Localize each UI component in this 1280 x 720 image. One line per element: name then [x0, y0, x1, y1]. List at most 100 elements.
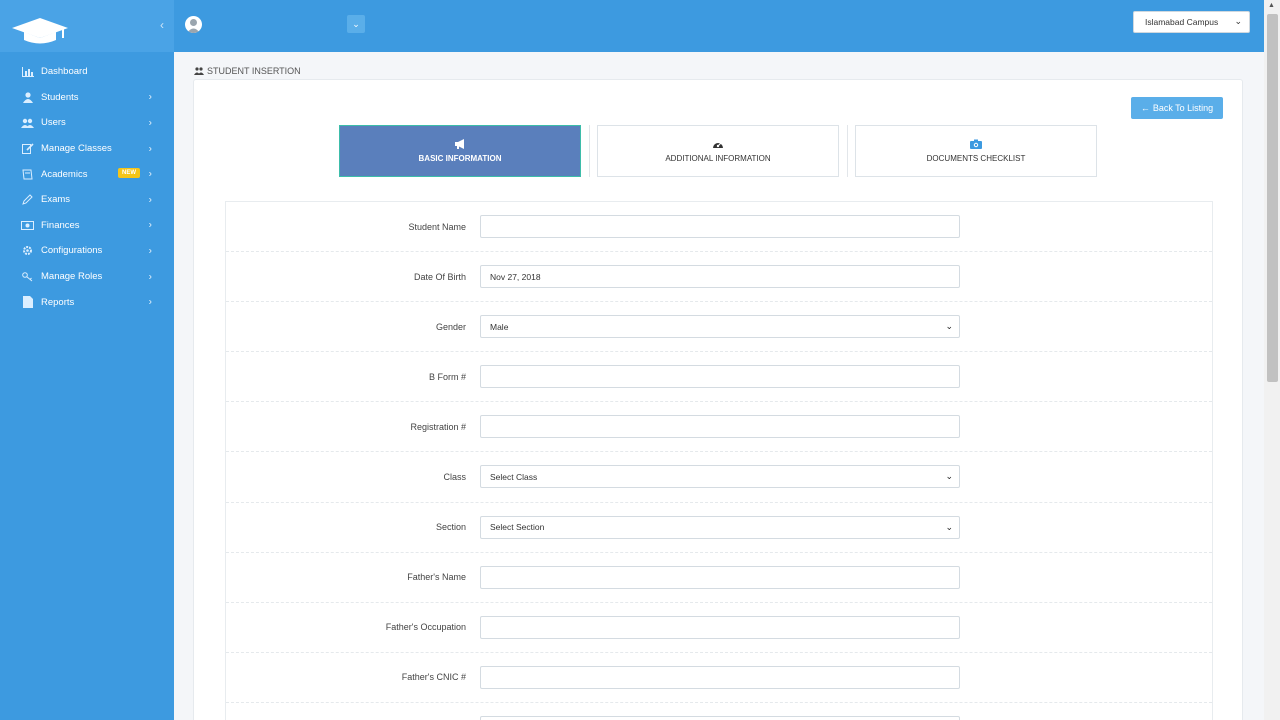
sidebar-item-reports[interactable]: Reports › [0, 289, 174, 315]
sidebar-item-label: Academics [41, 168, 88, 180]
sidebar-item-manage-roles[interactable]: Manage Roles › [0, 264, 174, 290]
page-title: STUDENT INSERTION [194, 66, 301, 76]
pencil-icon [21, 194, 34, 206]
sidebar-item-exams[interactable]: Exams › [0, 187, 174, 213]
page-title-text: STUDENT INSERTION [207, 66, 301, 76]
user-icon [21, 92, 34, 103]
gender-label: Gender [435, 321, 466, 332]
chevron-right-icon: › [148, 271, 152, 283]
sidebar-item-label: Reports [41, 296, 75, 308]
tab-additional-information[interactable]: ADDITIONAL INFORMATION [597, 125, 839, 177]
step-label: BASIC INFORMATION [418, 154, 502, 163]
form-row-registration: Registration # [226, 402, 1212, 453]
camera-icon [970, 139, 982, 150]
chevron-down-icon: ⌄ [945, 471, 953, 482]
field-value: Male [490, 321, 509, 332]
campus-select-value: Islamabad Campus [1145, 17, 1219, 27]
chevron-right-icon: › [148, 194, 152, 206]
class-select[interactable]: Select Class ⌄ [480, 465, 960, 489]
section-select[interactable]: Select Section ⌄ [480, 515, 960, 539]
collapse-sidebar-icon[interactable]: ‹ [160, 18, 164, 32]
chevron-right-icon: › [148, 117, 152, 129]
chevron-right-icon: › [148, 245, 152, 257]
step-label: DOCUMENTS CHECKLIST [926, 154, 1026, 163]
form-row-section: Section Select Section ⌄ [226, 503, 1212, 553]
page-scrollbar[interactable]: ▲ [1264, 0, 1280, 720]
gender-select[interactable]: Male ⌄ [480, 315, 960, 339]
father-s-cnic-input[interactable] [480, 665, 960, 689]
sidebar-item-users[interactable]: Users › [0, 110, 174, 136]
wizard-steps: BASIC INFORMATION ADDITIONAL INFORMATION D… [339, 125, 1097, 177]
book-icon [21, 169, 34, 180]
student-insertion-panel: ← Back To Listing BASIC INFORMATION ADDIT… [193, 79, 1243, 720]
sidebar-item-configurations[interactable]: Configurations › [0, 238, 174, 264]
dashboard-icon [712, 139, 724, 150]
form-row-father-s-cnic: Father's CNIC # [226, 653, 1212, 703]
avatar[interactable] [185, 16, 202, 33]
step-divider [581, 125, 597, 177]
b-form-input[interactable] [480, 365, 960, 389]
field-value: Select Class [490, 471, 538, 482]
date-of-birth-input[interactable]: Nov 27, 2018 [480, 265, 960, 289]
chevron-right-icon: › [148, 296, 152, 308]
users-icon [194, 67, 204, 75]
chevron-down-icon: ⌄ [945, 321, 953, 332]
tab-basic-information[interactable]: BASIC INFORMATION [339, 125, 581, 177]
b-form-label: B Form # [428, 371, 466, 382]
tab-documents-checklist[interactable]: DOCUMENTS CHECKLIST [855, 125, 1097, 177]
graduation-cap-logo-icon[interactable] [10, 14, 70, 46]
sidebar-item-label: Students [41, 91, 79, 103]
form-row-class: Class Select Class ⌄ [226, 452, 1212, 503]
sidebar-item-label: Exams [41, 194, 71, 206]
student-name-label: Student Name [408, 221, 466, 232]
field-value: Select Section [490, 522, 545, 533]
father-s-name-input[interactable] [480, 565, 960, 589]
sidebar-item-label: Finances [41, 219, 80, 231]
chevron-down-icon: ⌄ [945, 521, 953, 532]
topbar: ⌄ Islamabad Campus ⌄ [174, 0, 1264, 52]
sidebar-item-dashboard[interactable]: Dashboard [0, 59, 174, 85]
form-row-student-name: Student Name [226, 202, 1212, 253]
chevron-right-icon: › [148, 91, 152, 103]
section-label: Section [435, 522, 466, 533]
sidebar-item-label: Users [41, 117, 66, 129]
edit-icon [21, 143, 34, 155]
arrow-left-icon: ← [1140, 103, 1150, 113]
chevron-right-icon: › [148, 168, 152, 180]
money-icon [21, 220, 34, 231]
sidebar-item-manage-classes[interactable]: Manage Classes › [0, 136, 174, 162]
sidebar-item-students[interactable]: Students › [0, 85, 174, 111]
field-input[interactable] [480, 715, 960, 720]
gear-icon [21, 245, 34, 256]
users-icon [21, 117, 34, 128]
chevron-right-icon: › [148, 219, 152, 231]
step-divider [839, 125, 855, 177]
campus-select[interactable]: Islamabad Campus ⌄ [1133, 11, 1250, 33]
form-row-gender: Gender Male ⌄ [226, 302, 1212, 353]
form-row-father-s-name: Father's Name [226, 553, 1212, 603]
sidebar-item-finances[interactable]: Finances › [0, 213, 174, 239]
field-value: Nov 27, 2018 [490, 271, 541, 282]
student-name-input[interactable] [480, 215, 960, 238]
user-menu-chevron-down-icon[interactable]: ⌄ [347, 15, 365, 33]
back-to-listing-label: Back To Listing [1152, 103, 1214, 113]
student-form: Student Name Date Of Birth Nov 27, 2018 Gen… [225, 201, 1213, 720]
chevron-down-icon: ⌄ [1234, 16, 1242, 26]
father-s-occupation-input[interactable] [480, 615, 960, 639]
sidebar: ‹ Dashboard Students › Users › Manage Classes… [0, 0, 174, 720]
key-icon [21, 271, 34, 282]
step-label: ADDITIONAL INFORMATION [665, 154, 771, 163]
sidebar-item-label: Dashboard [41, 66, 88, 78]
form-row-b-form: B Form # [226, 352, 1212, 403]
scrollbar-thumb[interactable] [1267, 14, 1278, 382]
back-to-listing-button[interactable]: ← Back To Listing [1131, 97, 1223, 119]
new-badge: NEW [118, 168, 140, 179]
bar-chart-icon [21, 66, 34, 77]
registration-label: Registration # [410, 421, 466, 432]
sidebar-item-label: Manage Roles [41, 271, 103, 283]
sidebar-item-academics[interactable]: Academics NEW › [0, 161, 174, 187]
file-icon [21, 296, 34, 309]
scroll-up-arrow-icon[interactable]: ▲ [1268, 2, 1275, 9]
class-label: Class [443, 472, 466, 483]
registration-input[interactable] [480, 415, 960, 439]
